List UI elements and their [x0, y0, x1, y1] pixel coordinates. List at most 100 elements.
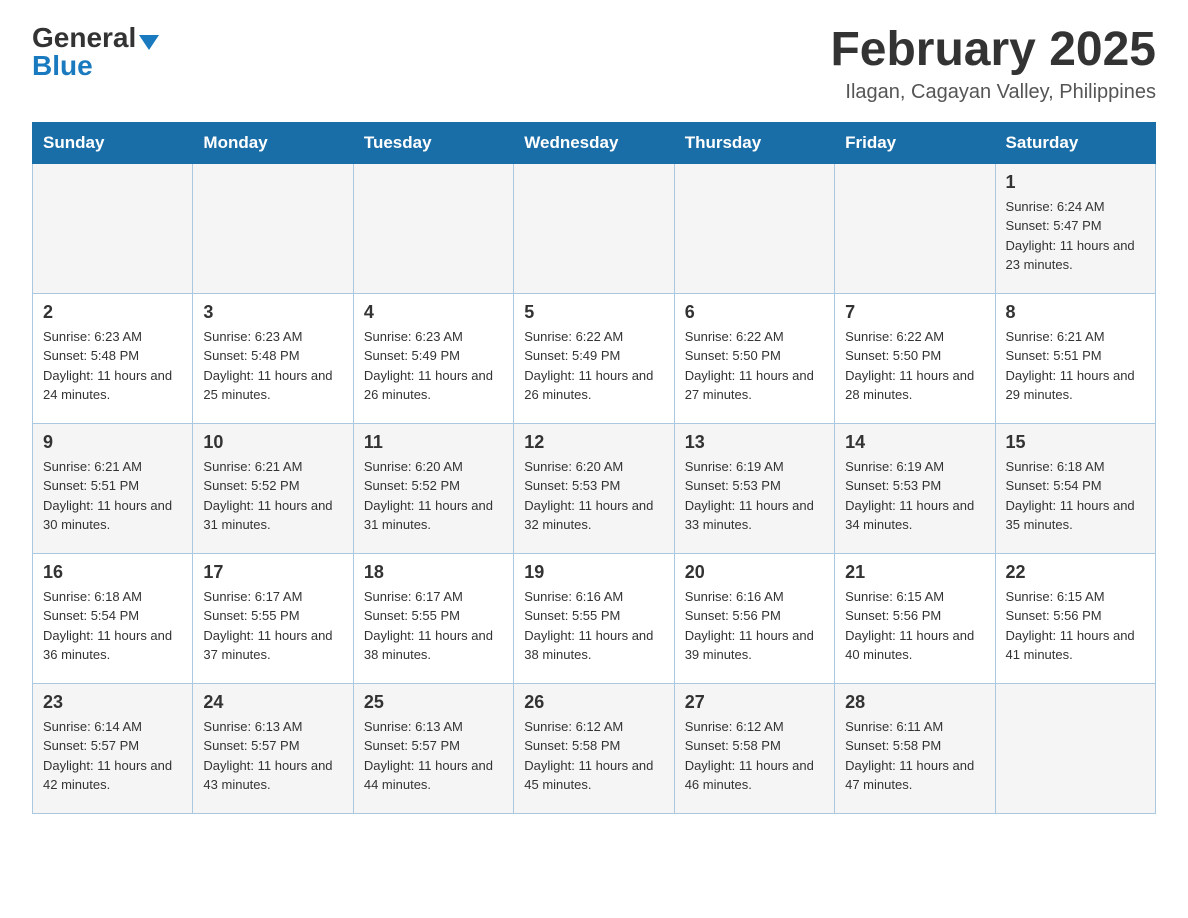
calendar-cell: 17 Sunrise: 6:17 AMSunset: 5:55 PMDayligh… [193, 553, 353, 683]
day-number: 15 [1006, 432, 1145, 453]
day-number: 27 [685, 692, 824, 713]
calendar-cell [674, 163, 834, 293]
header-wednesday: Wednesday [514, 122, 674, 163]
calendar-cell: 11 Sunrise: 6:20 AMSunset: 5:52 PMDayligh… [353, 423, 513, 553]
calendar-cell: 14 Sunrise: 6:19 AMSunset: 5:53 PMDayligh… [835, 423, 995, 553]
calendar-cell: 20Sunrise: 6:16 AMSunset: 5:56 PMDayligh… [674, 553, 834, 683]
day-info: Sunrise: 6:22 AMSunset: 5:50 PMDaylight:… [685, 327, 824, 405]
calendar-cell: 21 Sunrise: 6:15 AMSunset: 5:56 PMDayligh… [835, 553, 995, 683]
header-friday: Friday [835, 122, 995, 163]
day-info: Sunrise: 6:14 AMSunset: 5:57 PMDaylight:… [43, 717, 182, 795]
day-number: 9 [43, 432, 182, 453]
header-area: General Blue February 2025 Ilagan, Cagay… [32, 24, 1156, 104]
calendar-cell: 13 Sunrise: 6:19 AMSunset: 5:53 PMDayligh… [674, 423, 834, 553]
day-info: Sunrise: 6:17 AMSunset: 5:55 PMDaylight:… [364, 587, 503, 665]
day-number: 4 [364, 302, 503, 323]
day-number: 22 [1006, 562, 1145, 583]
month-year-title: February 2025 [830, 24, 1156, 77]
location-subtitle: Ilagan, Cagayan Valley, Philippines [830, 81, 1156, 104]
logo-blue-text: Blue [32, 52, 93, 80]
calendar-header-row: SundayMondayTuesdayWednesdayThursdayFrid… [33, 122, 1156, 163]
calendar-table: SundayMondayTuesdayWednesdayThursdayFrid… [32, 122, 1156, 814]
calendar-cell [995, 683, 1155, 813]
calendar-cell: 6 Sunrise: 6:22 AMSunset: 5:50 PMDaylight… [674, 293, 834, 423]
day-number: 8 [1006, 302, 1145, 323]
calendar-cell: 24 Sunrise: 6:13 AMSunset: 5:57 PMDayligh… [193, 683, 353, 813]
day-info: Sunrise: 6:17 AMSunset: 5:55 PMDaylight:… [203, 587, 342, 665]
day-number: 18 [364, 562, 503, 583]
day-number: 17 [203, 562, 342, 583]
calendar-week-row: 23Sunrise: 6:14 AMSunset: 5:57 PMDayligh… [33, 683, 1156, 813]
calendar-cell: 12 Sunrise: 6:20 AMSunset: 5:53 PMDayligh… [514, 423, 674, 553]
day-info: Sunrise: 6:11 AMSunset: 5:58 PMDaylight:… [845, 717, 984, 795]
day-info: Sunrise: 6:21 AMSunset: 5:51 PMDaylight:… [43, 457, 182, 535]
calendar-cell [353, 163, 513, 293]
header-monday: Monday [193, 122, 353, 163]
header-saturday: Saturday [995, 122, 1155, 163]
calendar-cell [33, 163, 193, 293]
day-info: Sunrise: 6:13 AMSunset: 5:57 PMDaylight:… [364, 717, 503, 795]
day-info: Sunrise: 6:18 AMSunset: 5:54 PMDaylight:… [1006, 457, 1145, 535]
day-number: 19 [524, 562, 663, 583]
calendar-cell [514, 163, 674, 293]
day-number: 14 [845, 432, 984, 453]
calendar-cell: 2 Sunrise: 6:23 AMSunset: 5:48 PMDaylight… [33, 293, 193, 423]
calendar-cell: 27 Sunrise: 6:12 AMSunset: 5:58 PMDayligh… [674, 683, 834, 813]
day-number: 13 [685, 432, 824, 453]
day-info: Sunrise: 6:18 AMSunset: 5:54 PMDaylight:… [43, 587, 182, 665]
calendar-cell: 18 Sunrise: 6:17 AMSunset: 5:55 PMDayligh… [353, 553, 513, 683]
day-info: Sunrise: 6:22 AMSunset: 5:50 PMDaylight:… [845, 327, 984, 405]
calendar-cell: 5Sunrise: 6:22 AMSunset: 5:49 PMDaylight… [514, 293, 674, 423]
day-info: Sunrise: 6:13 AMSunset: 5:57 PMDaylight:… [203, 717, 342, 795]
calendar-cell: 15 Sunrise: 6:18 AMSunset: 5:54 PMDayligh… [995, 423, 1155, 553]
day-info: Sunrise: 6:12 AMSunset: 5:58 PMDaylight:… [685, 717, 824, 795]
day-info: Sunrise: 6:20 AMSunset: 5:52 PMDaylight:… [364, 457, 503, 535]
day-info: Sunrise: 6:15 AMSunset: 5:56 PMDaylight:… [845, 587, 984, 665]
calendar-cell: 26Sunrise: 6:12 AMSunset: 5:58 PMDayligh… [514, 683, 674, 813]
day-number: 26 [524, 692, 663, 713]
day-info: Sunrise: 6:19 AMSunset: 5:53 PMDaylight:… [685, 457, 824, 535]
day-number: 20 [685, 562, 824, 583]
calendar-cell: 1Sunrise: 6:24 AMSunset: 5:47 PMDaylight… [995, 163, 1155, 293]
day-number: 10 [203, 432, 342, 453]
day-info: Sunrise: 6:22 AMSunset: 5:49 PMDaylight:… [524, 327, 663, 405]
calendar-cell: 3Sunrise: 6:23 AMSunset: 5:48 PMDaylight… [193, 293, 353, 423]
calendar-cell: 19 Sunrise: 6:16 AMSunset: 5:55 PMDayligh… [514, 553, 674, 683]
calendar-cell: 9 Sunrise: 6:21 AMSunset: 5:51 PMDaylight… [33, 423, 193, 553]
day-number: 21 [845, 562, 984, 583]
day-number: 16 [43, 562, 182, 583]
calendar-cell: 8 Sunrise: 6:21 AMSunset: 5:51 PMDaylight… [995, 293, 1155, 423]
day-info: Sunrise: 6:21 AMSunset: 5:51 PMDaylight:… [1006, 327, 1145, 405]
calendar-week-row: 9 Sunrise: 6:21 AMSunset: 5:51 PMDaylight… [33, 423, 1156, 553]
day-info: Sunrise: 6:19 AMSunset: 5:53 PMDaylight:… [845, 457, 984, 535]
day-info: Sunrise: 6:16 AMSunset: 5:55 PMDaylight:… [524, 587, 663, 665]
title-area: February 2025 Ilagan, Cagayan Valley, Ph… [830, 24, 1156, 104]
day-info: Sunrise: 6:20 AMSunset: 5:53 PMDaylight:… [524, 457, 663, 535]
header-thursday: Thursday [674, 122, 834, 163]
header-sunday: Sunday [33, 122, 193, 163]
calendar-cell: 16 Sunrise: 6:18 AMSunset: 5:54 PMDayligh… [33, 553, 193, 683]
calendar-cell [193, 163, 353, 293]
day-info: Sunrise: 6:23 AMSunset: 5:48 PMDaylight:… [43, 327, 182, 405]
calendar-cell: 4 Sunrise: 6:23 AMSunset: 5:49 PMDaylight… [353, 293, 513, 423]
day-number: 3 [203, 302, 342, 323]
logo-general-text: General [32, 24, 136, 52]
day-number: 28 [845, 692, 984, 713]
calendar-cell: 22Sunrise: 6:15 AMSunset: 5:56 PMDayligh… [995, 553, 1155, 683]
day-number: 24 [203, 692, 342, 713]
day-number: 12 [524, 432, 663, 453]
day-number: 7 [845, 302, 984, 323]
day-info: Sunrise: 6:23 AMSunset: 5:49 PMDaylight:… [364, 327, 503, 405]
day-number: 2 [43, 302, 182, 323]
calendar-week-row: 2 Sunrise: 6:23 AMSunset: 5:48 PMDaylight… [33, 293, 1156, 423]
calendar-cell [835, 163, 995, 293]
day-number: 11 [364, 432, 503, 453]
calendar-cell: 25Sunrise: 6:13 AMSunset: 5:57 PMDayligh… [353, 683, 513, 813]
day-info: Sunrise: 6:24 AMSunset: 5:47 PMDaylight:… [1006, 197, 1145, 275]
calendar-cell: 10 Sunrise: 6:21 AMSunset: 5:52 PMDayligh… [193, 423, 353, 553]
calendar-week-row: 16 Sunrise: 6:18 AMSunset: 5:54 PMDayligh… [33, 553, 1156, 683]
day-info: Sunrise: 6:21 AMSunset: 5:52 PMDaylight:… [203, 457, 342, 535]
calendar-week-row: 1Sunrise: 6:24 AMSunset: 5:47 PMDaylight… [33, 163, 1156, 293]
logo: General Blue [32, 24, 159, 80]
day-number: 6 [685, 302, 824, 323]
